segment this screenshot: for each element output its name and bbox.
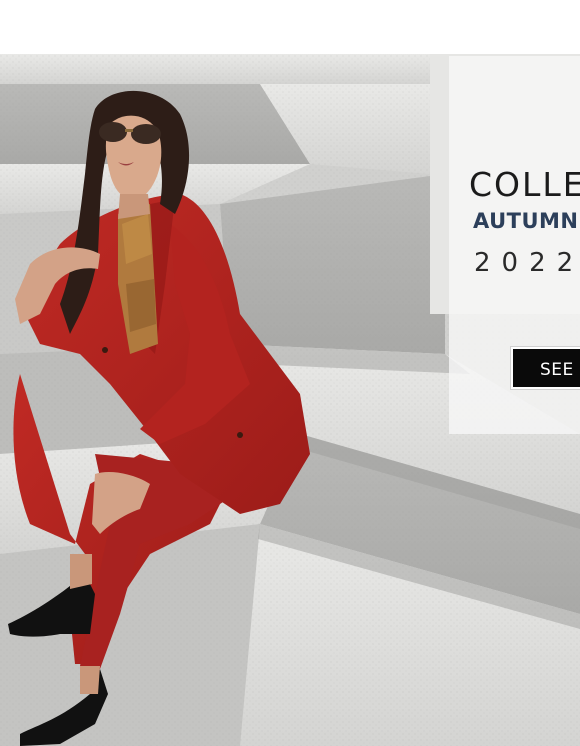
see-collection-button[interactable]: SEE (511, 347, 580, 389)
year-label: 2022 (474, 248, 580, 278)
season-label: AUTUMN (473, 209, 579, 233)
collection-title: COLLE (469, 165, 580, 204)
page: COLLE AUTUMN 2022 SEE (0, 0, 580, 746)
